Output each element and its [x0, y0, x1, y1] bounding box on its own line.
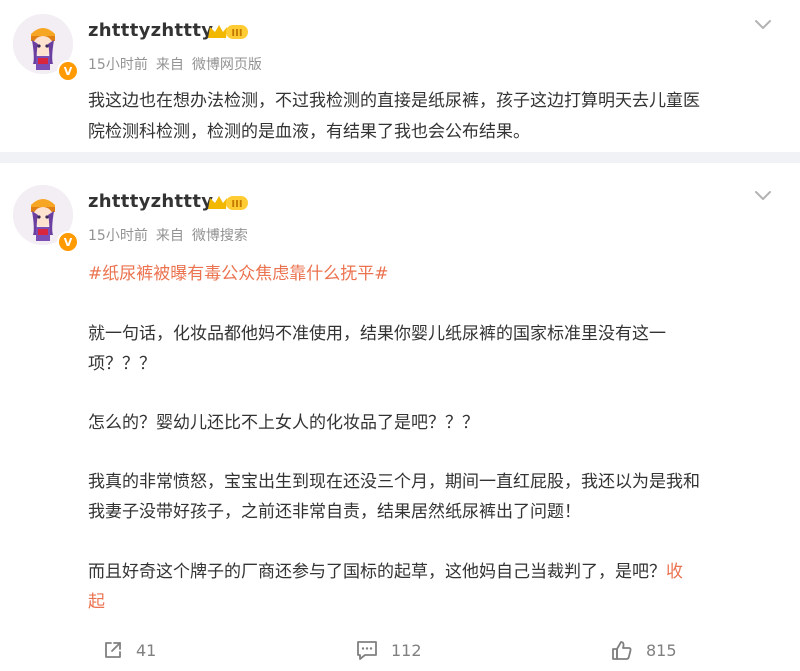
timestamp: 15小时前 [88, 228, 148, 244]
crown-level-icon: III [208, 25, 248, 39]
source: 微博搜索 [191, 228, 248, 244]
comment-paragraph-line: 就一句话，化妆品都他妈不准使用，结果你婴儿纸尿裤的国家标准里没有这一 [88, 324, 666, 344]
username[interactable]: zhtttyzhttty [88, 20, 213, 41]
avatar[interactable]: V [13, 185, 79, 253]
source-prefix: 来自 [155, 228, 184, 244]
comment-paragraph-line: 我妻子没带好孩子，之前还非常自责，结果居然纸尿裤出了问题！ [88, 502, 581, 522]
comment-meta: 15小时前 来自 微博搜索 [88, 225, 248, 245]
verified-badge: V [57, 60, 79, 82]
comment-card-2: V zhtttyzhttty III 15小时前 来自 微博搜索 #纸尿裤被曝有… [0, 163, 800, 671]
comment-icon [357, 641, 377, 660]
hashtag-link[interactable]: #纸尿裤被曝有毒公众焦虑靠什么抚平# [88, 259, 389, 284]
collapse-link[interactable]: 收 [666, 562, 683, 582]
share-icon [105, 642, 121, 658]
comment-paragraph-line: 项？？？ [88, 354, 156, 374]
source-prefix: 来自 [155, 57, 184, 73]
source: 微博网页版 [191, 57, 262, 73]
verified-badge: V [57, 231, 79, 253]
level-badge: III [231, 28, 242, 39]
comment-paragraph-line: 我真的非常愤怒，宝宝出生到现在还没三个月，期间一直红屁股，我还以为是我和 [88, 472, 700, 492]
comment-paragraph-text: 而且好奇这个牌子的厂商还参与了国标的起草，这他妈自己当裁判了，是吧？ [88, 562, 666, 582]
like-count: 815 [646, 640, 677, 660]
avatar[interactable]: V [13, 14, 79, 82]
chevron-down-icon[interactable] [751, 183, 775, 207]
comment-text-line: 院检测科检测，检测的是血液，有结果了我也会公布结果。 [88, 122, 530, 142]
username[interactable]: zhtttyzhttty [88, 191, 213, 212]
share-button[interactable]: 41 [102, 639, 156, 661]
comment-paragraph-line: 而且好奇这个牌子的厂商还参与了国标的起草，这他妈自己当裁判了，是吧？收 [88, 555, 683, 589]
comment-meta: 15小时前 来自 微博网页版 [88, 54, 262, 74]
chevron-down-icon[interactable] [751, 12, 775, 36]
like-icon [612, 641, 632, 660]
comment-text-line: 我这边也在想办法检测，不过我检测的直接是纸尿裤，孩子这边打算明天去儿童医 [88, 91, 700, 111]
share-count: 41 [136, 640, 157, 660]
comment-paragraph-line: 怎么的？婴幼儿还比不上女人的化妆品了是吧？？？ [88, 413, 479, 433]
level-badge: III [231, 199, 242, 210]
timestamp: 15小时前 [88, 57, 148, 73]
like-button[interactable]: 815 [610, 639, 677, 661]
comment-button[interactable]: 112 [355, 639, 422, 661]
crown-level-icon: III [208, 196, 248, 210]
comment-count: 112 [391, 640, 422, 660]
comment-card-1: V zhtttyzhttty III 15小时前 来自 微博网页版 我这边也在想… [0, 0, 800, 152]
collapse-link-continued[interactable]: 起 [88, 585, 105, 619]
